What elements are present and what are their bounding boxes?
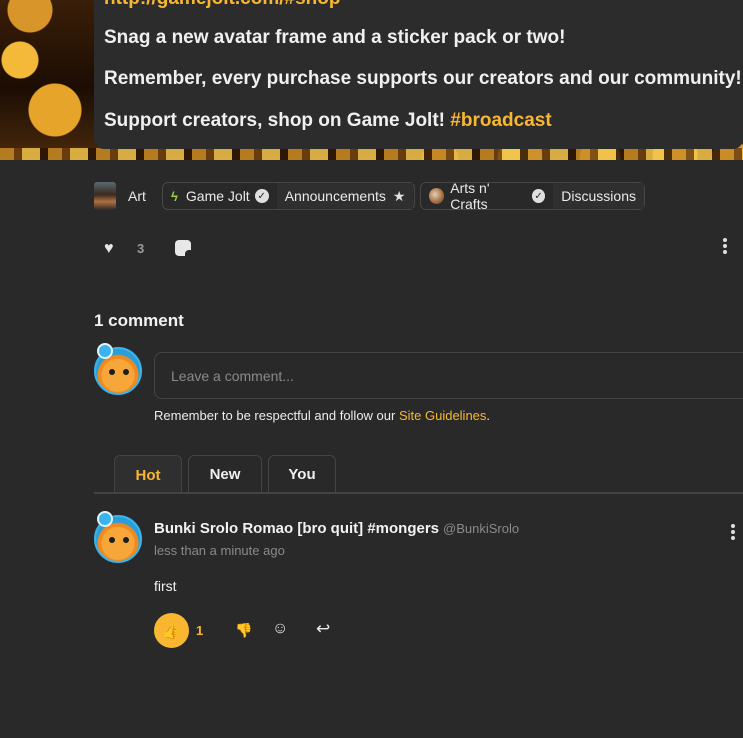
gamejolt-bolt-icon: ϟ: [171, 188, 178, 204]
broadcast-hashtag-link[interactable]: #broadcast: [450, 110, 551, 131]
guidelines-prefix: Remember to be respectful and follow our: [154, 408, 399, 423]
discussions-channel-link[interactable]: Discussions: [553, 183, 644, 209]
reply-icon[interactable]: ↩: [316, 619, 330, 639]
comment-timestamp[interactable]: less than a minute ago: [154, 543, 285, 558]
tabs-divider: [94, 492, 743, 494]
artsncrafts-community-name: Arts n' Crafts: [450, 180, 490, 212]
announcements-channel-name: Announcements: [284, 188, 386, 204]
shop-link[interactable]: http://gamejolt.com/#shop: [104, 0, 340, 9]
post-link-line: http://gamejolt.com/#shop: [104, 0, 340, 10]
like-count[interactable]: 3: [137, 241, 144, 256]
gamejolt-community-link[interactable]: ϟ Game Jolt ✓: [163, 183, 277, 209]
post-content: http://gamejolt.com/#shop Snag a new ava…: [94, 0, 743, 149]
artsncrafts-community-link[interactable]: Arts n' Crafts ✓: [421, 180, 553, 212]
announcements-channel-link[interactable]: Announcements ★: [276, 183, 414, 209]
discussions-channel-name: Discussions: [561, 188, 636, 204]
comment-vote-count[interactable]: 1: [196, 623, 203, 638]
gamejolt-community-name: Game Jolt: [185, 188, 250, 204]
heart-icon[interactable]: ♥: [104, 240, 114, 258]
post-line-3: Support creators, shop on Game Jolt! #br…: [104, 110, 552, 132]
site-guidelines-link[interactable]: Site Guidelines: [399, 408, 486, 423]
artsncrafts-community-chip[interactable]: Arts n' Crafts ✓ Discussions: [420, 180, 645, 212]
comment-author-avatar[interactable]: [94, 511, 142, 563]
verified-icon: ✓: [531, 189, 546, 203]
art-community-chip[interactable]: Art: [94, 182, 154, 210]
art-label: Art: [128, 188, 146, 204]
guidelines-notice: Remember to be respectful and follow our…: [154, 408, 490, 423]
comment-author-name[interactable]: Bunki Srolo Romao [bro quit] #mongers: [154, 520, 439, 537]
thumbs-down-icon[interactable]: 👎: [235, 622, 252, 639]
verified-icon: ✓: [254, 189, 269, 203]
star-icon: ★: [392, 187, 406, 204]
comment-body: first: [154, 578, 177, 594]
tab-you[interactable]: You: [268, 455, 336, 493]
comments-title: 1 comment: [94, 311, 184, 330]
tab-new[interactable]: New: [188, 455, 262, 493]
gamejolt-community-chip[interactable]: ϟ Game Jolt ✓ Announcements ★: [162, 182, 415, 210]
post-line-2: Remember, every purchase supports our cr…: [104, 68, 742, 89]
artsncrafts-thumbnail: [429, 188, 445, 204]
comment-author: Bunki Srolo Romao [bro quit] #mongers @Bu…: [154, 520, 519, 537]
comment-input[interactable]: [154, 352, 743, 399]
current-user-avatar[interactable]: [94, 343, 142, 395]
add-reaction-icon[interactable]: ☺: [272, 620, 288, 638]
post-line-1: Snag a new avatar frame and a sticker pa…: [104, 27, 566, 48]
tab-hot[interactable]: Hot: [114, 455, 182, 494]
guidelines-suffix: .: [486, 408, 491, 423]
comment-more-icon[interactable]: [731, 524, 735, 540]
sticker-icon[interactable]: [175, 240, 191, 256]
more-vertical-icon[interactable]: [721, 238, 729, 254]
comment-author-handle[interactable]: @BunkiSrolo: [443, 521, 519, 536]
thumbs-up-icon[interactable]: 👍: [154, 613, 189, 648]
post-line-3-text: Support creators, shop on Game Jolt!: [104, 110, 451, 131]
art-thumbnail: [94, 182, 116, 210]
